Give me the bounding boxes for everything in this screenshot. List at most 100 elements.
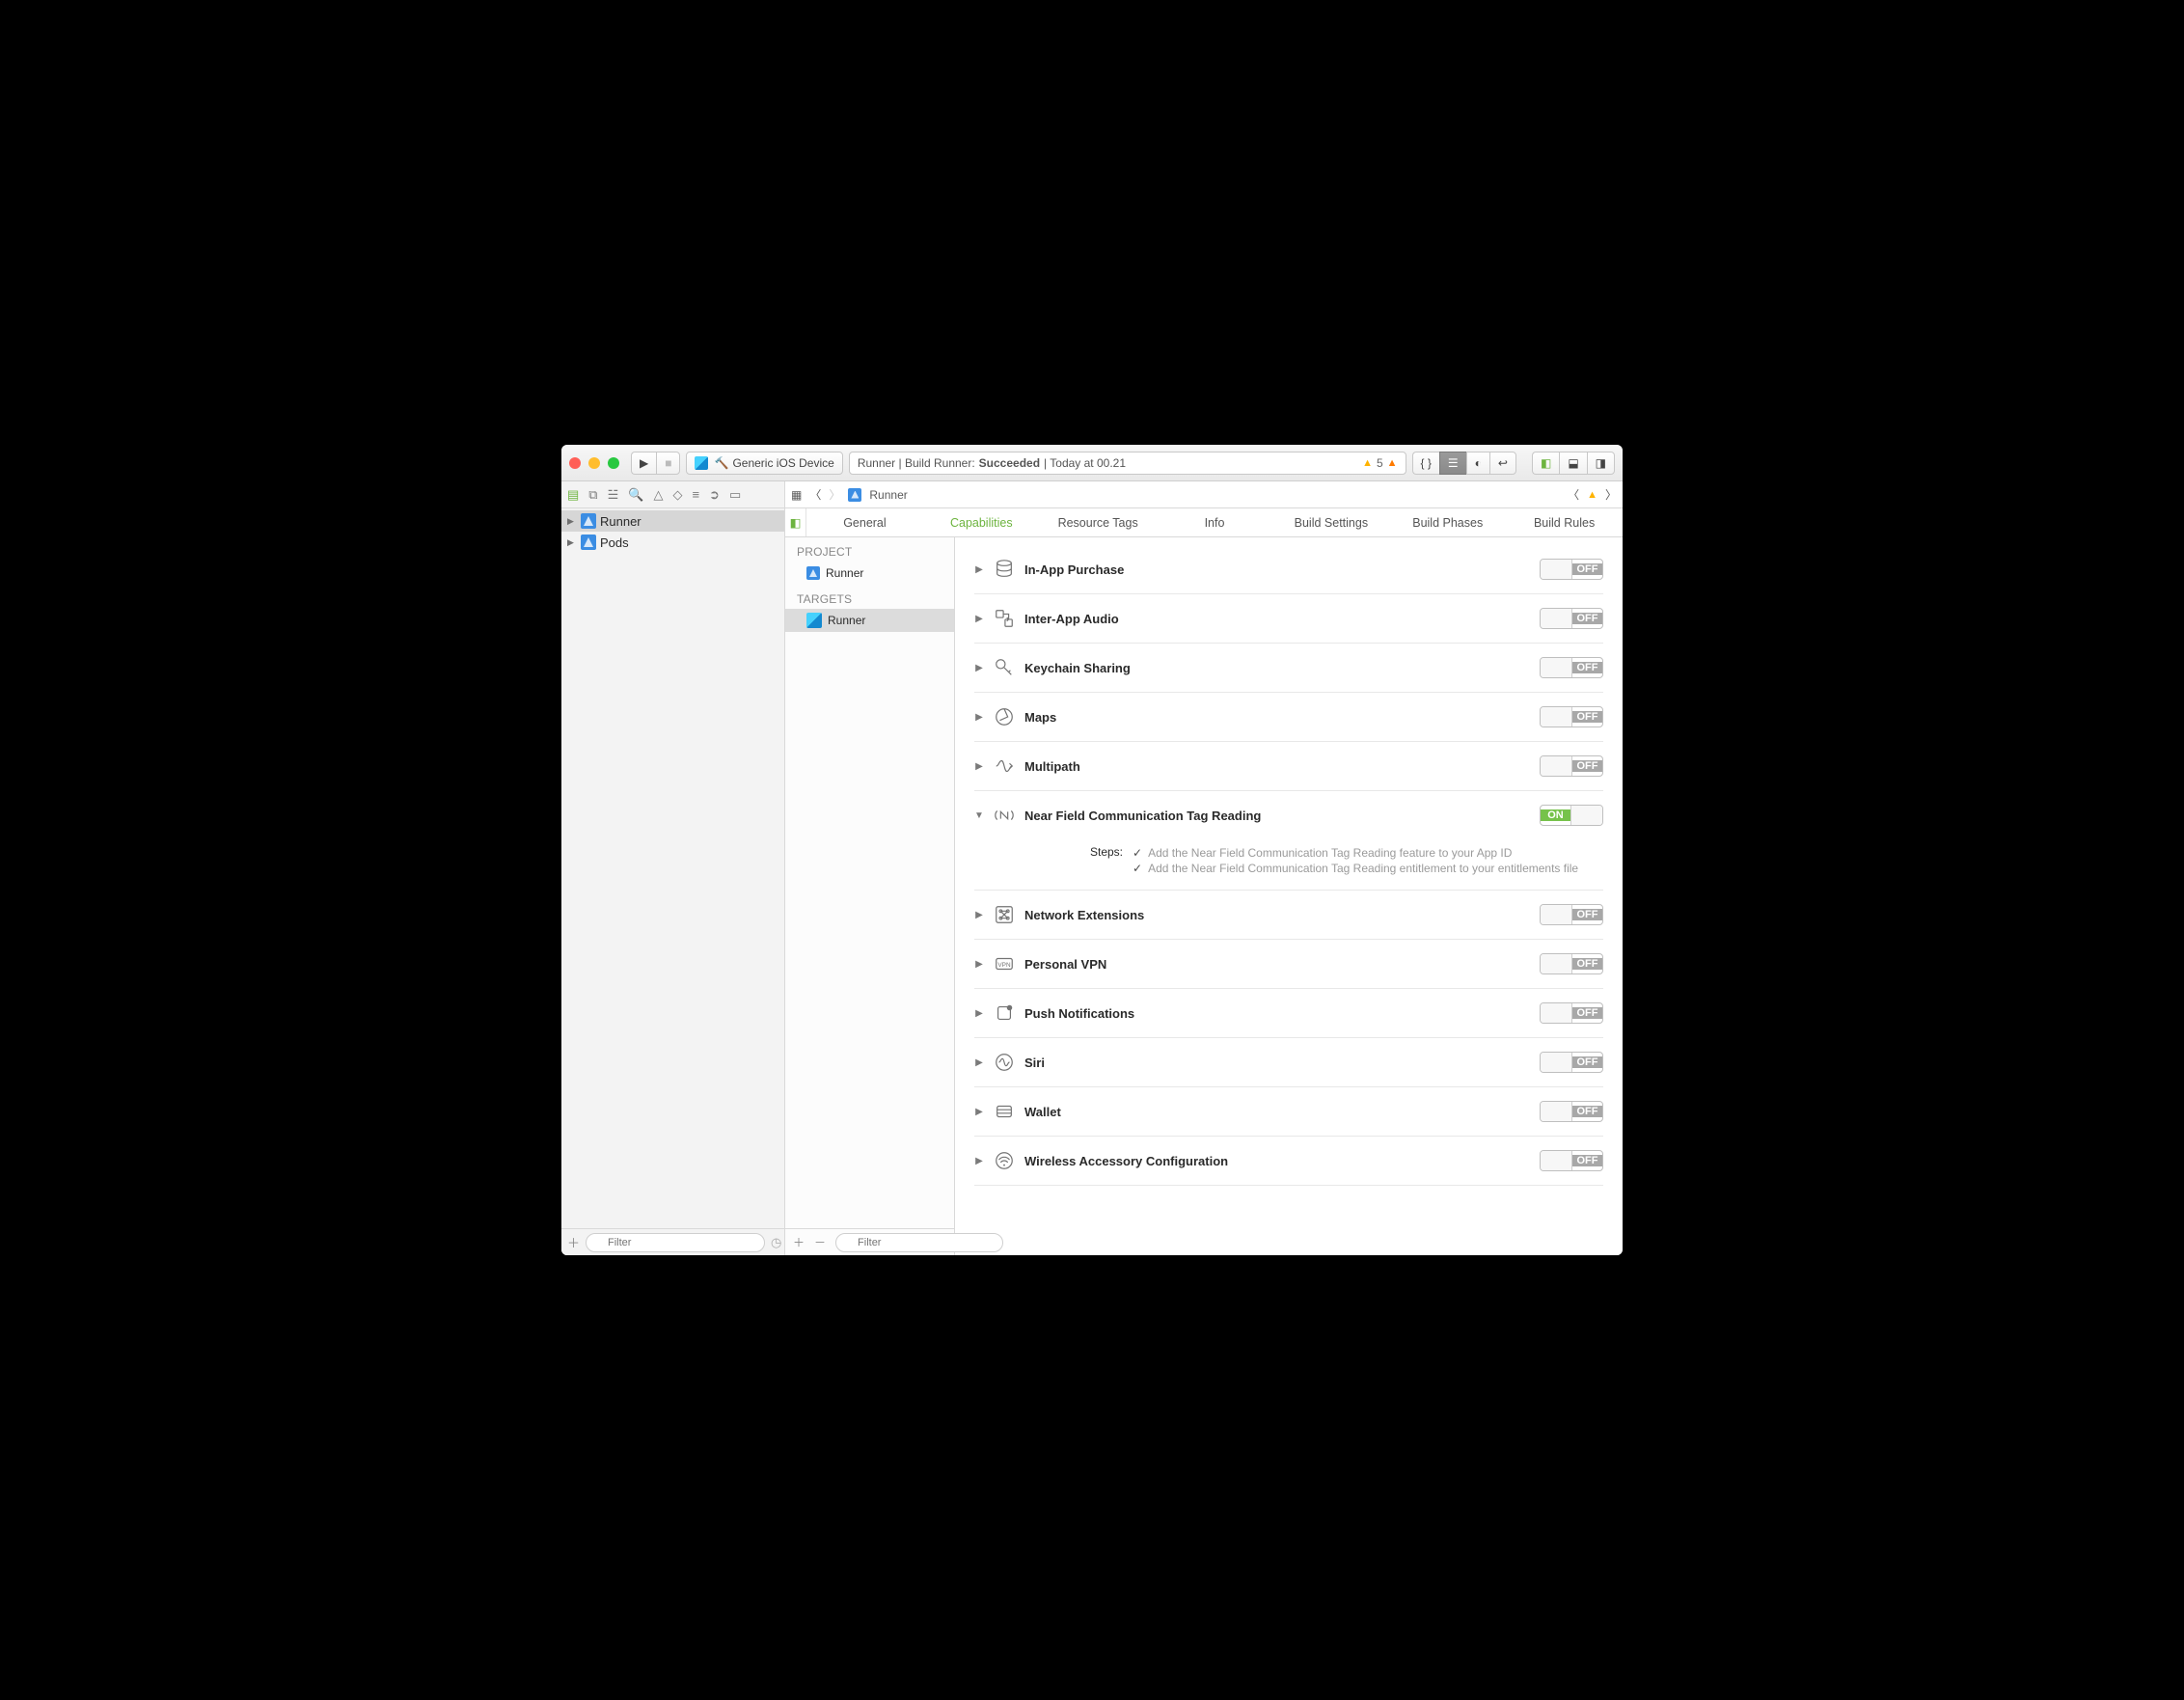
capability-toggle[interactable]: ON	[1540, 805, 1603, 826]
step-item: Add the Near Field Communication Tag Rea…	[1133, 845, 1578, 861]
capability-toggle[interactable]: OFF	[1540, 1150, 1603, 1171]
editor-version-button[interactable]: ◐	[1466, 452, 1489, 475]
issue-navigator-icon[interactable]: △	[653, 487, 663, 503]
target-item[interactable]: Runner	[785, 609, 954, 632]
recent-icon[interactable]: ◷	[771, 1235, 781, 1250]
zoom-icon[interactable]	[608, 457, 619, 469]
status-text-time: | Today at 00.21	[1044, 456, 1126, 470]
panel-left-button[interactable]: ◧	[1532, 452, 1559, 475]
panel-bottom-button[interactable]: ⬓	[1559, 452, 1586, 475]
capability-header[interactable]: ▶Wireless Accessory ConfigurationOFF	[974, 1150, 1603, 1171]
capability-toggle[interactable]: OFF	[1540, 755, 1603, 777]
capability-title: Multipath	[1024, 759, 1080, 774]
chevron-right-icon[interactable]: ▶	[974, 1156, 984, 1166]
test-navigator-icon[interactable]: ◇	[672, 487, 682, 503]
stop-button[interactable]: ■	[656, 452, 680, 475]
project-item[interactable]: Runner	[785, 562, 954, 585]
tab-resource-tags[interactable]: Resource Tags	[1040, 508, 1157, 536]
debug-navigator-icon[interactable]: ≡	[692, 487, 699, 502]
remove-target-icon[interactable]: －	[814, 1234, 826, 1250]
capability-toggle[interactable]: OFF	[1540, 559, 1603, 580]
scheme-label: Generic iOS Device	[732, 456, 833, 470]
minimize-icon[interactable]	[588, 457, 600, 469]
editor-assistant-button[interactable]: ☰	[1439, 452, 1466, 475]
targets-header: TARGETS	[785, 585, 954, 609]
tab-build-rules[interactable]: Build Rules	[1506, 508, 1623, 536]
chevron-right-icon[interactable]: ▶	[974, 663, 984, 673]
tab-info[interactable]: Info	[1157, 508, 1273, 536]
capability-header[interactable]: ▶VPNPersonal VPNOFF	[974, 953, 1603, 974]
capability-title: Inter-App Audio	[1024, 612, 1119, 626]
status-text-result: Succeeded	[979, 456, 1040, 470]
back-icon[interactable]: 〈	[809, 486, 821, 503]
tab-general[interactable]: General	[806, 508, 923, 536]
next-issue-icon[interactable]: 〉	[1605, 486, 1617, 503]
tab-build-phases[interactable]: Build Phases	[1389, 508, 1506, 536]
prev-issue-icon[interactable]: 〈	[1568, 486, 1579, 503]
capability-toggle[interactable]: OFF	[1540, 706, 1603, 727]
issue-icon[interactable]: ▲	[1587, 489, 1597, 501]
project-navigator-icon[interactable]: ▤	[567, 487, 579, 503]
run-button[interactable]: ▶	[631, 452, 656, 475]
tree-item-runner[interactable]: ▶ Runner	[561, 510, 784, 532]
chevron-right-icon[interactable]: ▶	[974, 761, 984, 772]
capability-header[interactable]: ▶Network ExtensionsOFF	[974, 904, 1603, 925]
editor-review-button[interactable]: ↩	[1489, 452, 1516, 475]
tab-capabilities[interactable]: Capabilities	[923, 508, 1040, 536]
analyze-warning-icon[interactable]: ▲	[1387, 457, 1398, 469]
capability-header[interactable]: ▶SiriOFF	[974, 1052, 1603, 1073]
capability-row: ▶Wireless Accessory ConfigurationOFF	[974, 1137, 1603, 1186]
toggle-knob	[1541, 658, 1572, 677]
chevron-right-icon[interactable]: ▶	[974, 959, 984, 970]
chevron-right-icon[interactable]: ▶	[974, 1107, 984, 1117]
chevron-right-icon[interactable]: ▶	[974, 1057, 984, 1068]
capability-header[interactable]: ▶ Inter-App Audio OFF	[974, 608, 1603, 629]
chevron-right-icon[interactable]: ▶	[974, 910, 984, 920]
panel-right-button[interactable]: ◨	[1587, 452, 1615, 475]
forward-icon[interactable]: 〉	[829, 486, 840, 503]
symbol-navigator-icon[interactable]: ☱	[608, 487, 619, 503]
chevron-down-icon[interactable]: ▼	[974, 810, 984, 821]
related-items-icon[interactable]: ▦	[791, 488, 802, 502]
capability-header[interactable]: ▶ Push Notifications OFF	[974, 1002, 1603, 1024]
capability-title: Push Notifications	[1024, 1006, 1134, 1021]
capability-toggle[interactable]: OFF	[1540, 1101, 1603, 1122]
report-navigator-icon[interactable]: ▭	[729, 487, 741, 503]
close-icon[interactable]	[569, 457, 581, 469]
flutter-icon	[806, 613, 822, 628]
capability-header[interactable]: ▶In-App PurchaseOFF	[974, 559, 1603, 580]
editor-standard-button[interactable]: { }	[1412, 452, 1439, 475]
source-control-navigator-icon[interactable]: ⧉	[588, 487, 597, 503]
chevron-right-icon[interactable]: ▶	[974, 614, 984, 624]
capability-header[interactable]: ▶ Multipath OFF	[974, 755, 1603, 777]
capability-row: ▶In-App PurchaseOFF	[974, 545, 1603, 594]
chevron-right-icon[interactable]: ▶	[974, 712, 984, 723]
add-icon[interactable]: ＋	[567, 1233, 580, 1251]
capability-toggle[interactable]: OFF	[1540, 608, 1603, 629]
capability-toggle[interactable]: OFF	[1540, 904, 1603, 925]
chevron-right-icon[interactable]: ▶	[974, 1008, 984, 1019]
breakpoint-navigator-icon[interactable]: ➲	[709, 487, 720, 503]
scheme-selector[interactable]: 🔨 Generic iOS Device	[686, 452, 842, 475]
jump-bar-file[interactable]: Runner	[869, 488, 907, 502]
capability-header[interactable]: ▶Keychain SharingOFF	[974, 657, 1603, 678]
tab-build-settings[interactable]: Build Settings	[1272, 508, 1389, 536]
warning-icon[interactable]: ▲	[1362, 457, 1373, 469]
outline-toggle-icon[interactable]: ◧	[785, 508, 806, 536]
capability-title: Wallet	[1024, 1105, 1061, 1119]
capability-row: ▶Network ExtensionsOFF	[974, 891, 1603, 940]
capability-toggle[interactable]: OFF	[1540, 1052, 1603, 1073]
navigator-filter-input[interactable]	[586, 1233, 765, 1252]
capability-toggle[interactable]: OFF	[1540, 657, 1603, 678]
toggle-label: OFF	[1572, 613, 1602, 624]
capability-header[interactable]: ▼Near Field Communication Tag ReadingON	[974, 805, 1603, 826]
capability-header[interactable]: ▶MapsOFF	[974, 706, 1603, 727]
capability-row: ▶ Push Notifications OFF	[974, 989, 1603, 1038]
find-navigator-icon[interactable]: 🔍	[628, 487, 643, 503]
add-target-icon[interactable]: ＋	[793, 1234, 805, 1250]
capability-toggle[interactable]: OFF	[1540, 953, 1603, 974]
capability-toggle[interactable]: OFF	[1540, 1002, 1603, 1024]
capability-header[interactable]: ▶ Wallet OFF	[974, 1101, 1603, 1122]
chevron-right-icon[interactable]: ▶	[974, 564, 984, 575]
tree-item-pods[interactable]: ▶ Pods	[561, 532, 784, 553]
